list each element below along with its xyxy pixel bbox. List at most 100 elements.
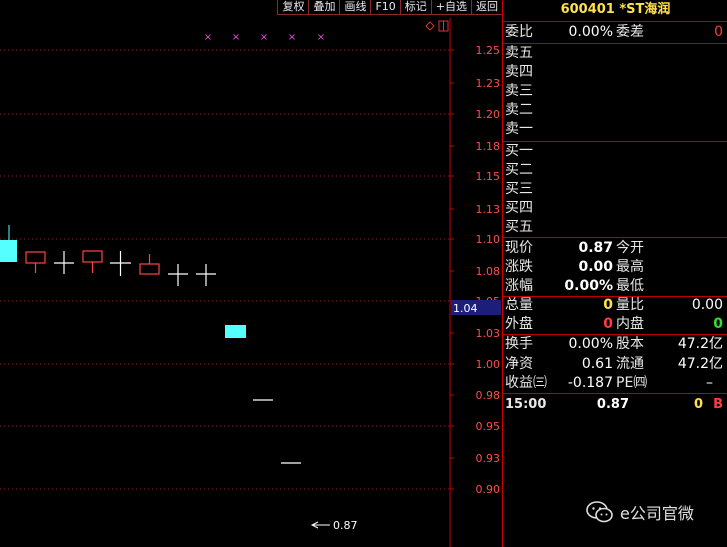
liangbi-label: 量比 [616,297,644,313]
quote-panel: 600401 *ST海润 委比 0.00% 委差 0 卖五卖四卖三卖二卖一 买一… [502,0,727,547]
price-tick-label: 1.08 [476,265,501,278]
tick-price: 0.87 [596,397,629,412]
candle-body [225,325,246,338]
waipan-row: 外盘 0 内盘 0 [503,315,727,334]
price-tick-label: 1.10 [476,233,501,246]
liutong-label: 流通 [616,356,644,372]
order-level-label: 卖三 [505,83,533,99]
jingzi-label: 净资 [505,356,533,372]
toolbar-button[interactable]: 叠加 [308,0,340,15]
candle-body [82,250,103,263]
price-tick-label: 1.23 [476,77,501,90]
order-level-row: 卖一 [503,120,727,139]
order-level-row: 买五 [503,218,727,237]
event-marker: × [317,32,325,43]
weibi-label: 委比 [505,24,533,40]
toolbar-button[interactable]: F10 [370,0,400,15]
toolbar-button[interactable]: 复权 [277,0,309,15]
price-tick-label: 0.98 [476,389,501,402]
xianjia-row: 现价 0.87 今开 [503,239,727,258]
low-marker-label: 0.87 [333,519,358,532]
candle-body [0,240,17,262]
shouyi-row: 收益㈢ -0.187 PE㈣ – [503,374,727,393]
toolbar-button[interactable]: 画线 [339,0,371,15]
candle-body [25,251,46,264]
event-marker: × [288,32,296,43]
tick-time: 15:00 [505,397,547,412]
guben-value: 47.2亿 [677,336,723,352]
price-tick-label: 1.03 [476,327,501,340]
divider [503,237,727,238]
price-tick-label: 0.95 [476,420,501,433]
liutong-value: 47.2亿 [677,356,723,372]
divider [503,393,727,394]
price-tick-label: 1.18 [476,140,501,153]
candle-body [139,263,160,275]
zongliang-row: 总量 0 量比 0.00 [503,296,727,315]
shouyi-label: 收益㈢ [505,375,547,391]
neipan-label: 内盘 [616,316,644,332]
order-level-label: 卖四 [505,64,533,80]
order-level-label: 卖二 [505,102,533,118]
zhangfu-label: 涨幅 [505,278,533,294]
huanshou-label: 换手 [505,336,533,352]
order-level-row: 买四 [503,199,727,218]
jingzi-row: 净资 0.61 流通 47.2亿 [503,355,727,374]
jingzi-value: 0.61 [581,356,613,372]
kline-chart[interactable]: 1.251.231.201.181.151.131.101.081.051.03… [0,0,502,547]
tick-side: B [713,397,723,412]
neipan-value: 0 [713,316,723,332]
zongliang-value: 0 [603,297,613,313]
order-level-label: 卖五 [505,45,533,61]
zhangfu-value: 0.00% [564,278,613,294]
price-tick-label: 1.13 [476,203,501,216]
order-level-row: 买一 [503,142,727,161]
order-level-row: 卖三 [503,82,727,101]
zuigao-label: 最高 [616,259,644,275]
weicha-label: 委差 [616,24,644,40]
toolbar-button[interactable]: 返回 [471,0,502,15]
order-level-label: 买一 [505,143,533,159]
order-level-label: 卖一 [505,121,533,137]
event-marker: × [260,32,268,43]
order-level-row: 卖四 [503,63,727,82]
pe-value: – [706,375,713,391]
waipan-value: 0 [603,316,613,332]
diamond-icon [425,21,435,31]
order-level-row: 卖五 [503,44,727,63]
price-tick-label: 1.00 [476,358,501,371]
kline-chart-panel[interactable]: 1.251.231.201.181.151.131.101.081.051.03… [0,0,502,547]
toolbar-button[interactable]: 标记 [399,0,431,15]
zhangfu-row: 涨幅 0.00% 最低 [503,277,727,296]
toolbar-button[interactable]: +自选 [430,0,471,15]
zhangdie-row: 涨跌 0.00 最高 [503,258,727,277]
xianjia-label: 现价 [505,240,533,256]
tick-row: 15:00 0.87 0 B [503,395,727,414]
weicha-value: 0 [714,24,723,40]
zuidi-label: 最低 [616,278,644,294]
divider [503,21,727,22]
event-marker: × [232,32,240,43]
huanshou-row: 换手 0.00% 股本 47.2亿 [503,335,727,354]
zongliang-label: 总量 [505,297,533,313]
xianjia-value: 0.87 [578,240,613,256]
order-level-label: 买三 [505,181,533,197]
shouyi-value: -0.187 [567,375,613,391]
event-marker: × [204,32,212,43]
zhangdie-label: 涨跌 [505,259,533,275]
order-level-row: 卖二 [503,101,727,120]
stock-title: 600401 *ST海润 [560,2,671,17]
price-tick-label: 1.25 [476,44,501,57]
pe-label: PE㈣ [616,375,648,391]
price-tick-label: 0.93 [476,452,501,465]
huanshou-value: 0.00% [568,336,613,352]
order-level-row: 买三 [503,180,727,199]
weibi-row: 委比 0.00% 委差 0 [503,23,727,42]
order-level-row: 买二 [503,161,727,180]
price-tick-label: 0.90 [476,483,501,496]
order-level-label: 买二 [505,162,533,178]
chart-toolbar: 复权 叠加 画线 F10 标记 +自选 返回 [277,0,502,15]
order-level-label: 买五 [505,219,533,235]
order-level-label: 买四 [505,200,533,216]
watermark-text: e公司官微 [620,504,694,523]
